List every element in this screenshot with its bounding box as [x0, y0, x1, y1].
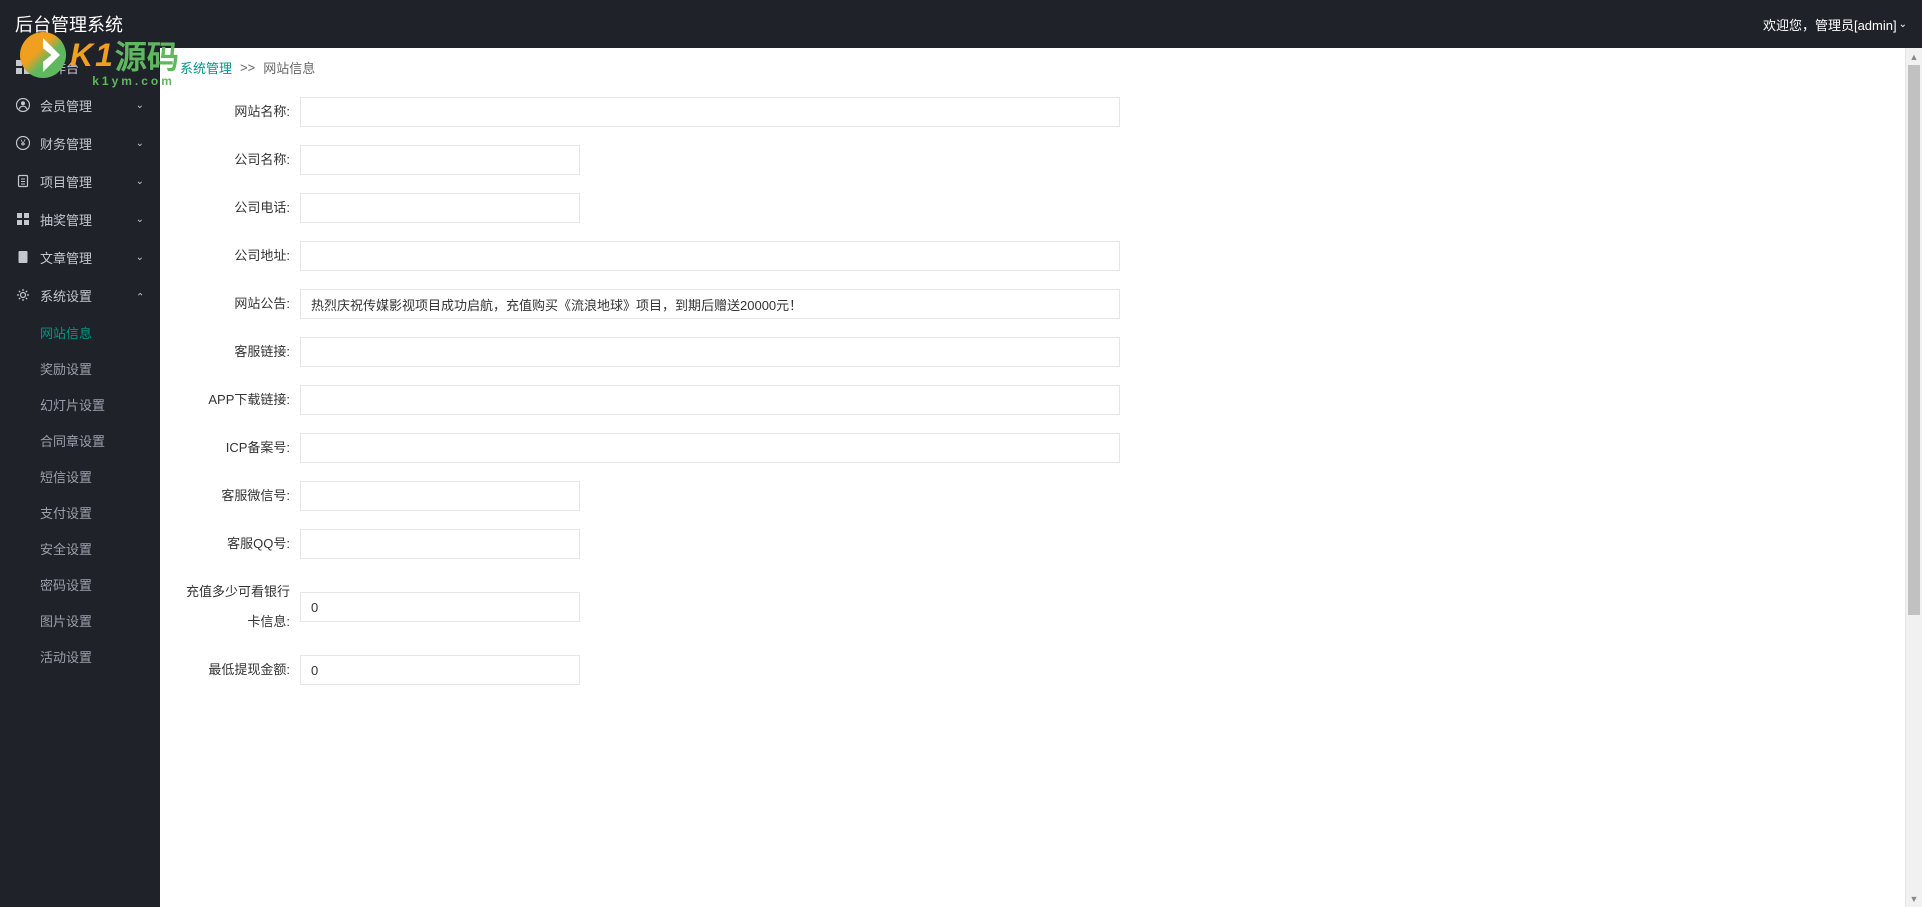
header: 后台管理系统 欢迎您，管理员[admin] ⌄: [0, 0, 1922, 48]
sidebar-item-5[interactable]: 文章管理 ⌄: [0, 238, 160, 276]
sidebar-subitem-9[interactable]: 活动设置: [0, 638, 160, 674]
sidebar-subitem-3[interactable]: 合同章设置: [0, 422, 160, 458]
sidebar-subitem-2[interactable]: 幻灯片设置: [0, 386, 160, 422]
form: 网站名称: 公司名称: 公司电话: 公司地址: 网站公告: 客服链接: APP下载链接: IC…: [160, 87, 1905, 713]
scrollbar-down-button[interactable]: ▼: [1906, 890, 1922, 907]
svg-text:¥: ¥: [19, 138, 26, 148]
form-input-9[interactable]: [300, 529, 580, 559]
breadcrumb-current: 网站信息: [263, 58, 315, 77]
chevron-down-icon: ⌄: [136, 290, 144, 301]
sidebar-subitem-7[interactable]: 密码设置: [0, 566, 160, 602]
chevron-down-icon: ⌄: [1899, 19, 1907, 30]
sidebar-item-label: 工作台: [40, 58, 79, 77]
app-title: 后台管理系统: [15, 11, 123, 37]
form-input-3[interactable]: [300, 241, 1120, 271]
form-input-2[interactable]: [300, 193, 580, 223]
chevron-down-icon: ⌄: [136, 214, 144, 225]
form-row-10: 充值多少可看银行卡信息:: [180, 577, 1885, 637]
sidebar-item-0[interactable]: 工作台: [0, 48, 160, 86]
clipboard-icon: [16, 174, 30, 188]
sidebar-item-label: 系统设置: [40, 286, 92, 305]
breadcrumb: 系统管理 >> 网站信息: [160, 48, 1905, 87]
sidebar-item-4[interactable]: 抽奖管理 ⌄: [0, 200, 160, 238]
grid-icon: [16, 60, 30, 74]
form-label: 最低提现金额:: [180, 655, 300, 685]
form-label: APP下载链接:: [180, 385, 300, 415]
sidebar-subitem-4[interactable]: 短信设置: [0, 458, 160, 494]
form-row-6: APP下载链接:: [180, 385, 1885, 415]
form-input-7[interactable]: [300, 433, 1120, 463]
chevron-down-icon: ⌄: [136, 252, 144, 263]
user-icon: [16, 98, 30, 112]
sidebar-item-6[interactable]: 系统设置 ⌄: [0, 276, 160, 314]
sidebar-item-3[interactable]: 项目管理 ⌄: [0, 162, 160, 200]
main-content: 系统管理 >> 网站信息 网站名称: 公司名称: 公司电话: 公司地址: 网站公告: 客服…: [160, 48, 1905, 907]
form-input-5[interactable]: [300, 337, 1120, 367]
sidebar-item-label: 文章管理: [40, 248, 92, 267]
form-row-4: 网站公告:: [180, 289, 1885, 319]
doc-icon: [16, 250, 30, 264]
form-row-7: ICP备案号:: [180, 433, 1885, 463]
form-row-3: 公司地址:: [180, 241, 1885, 271]
scrollbar[interactable]: ▲ ▼: [1905, 48, 1922, 907]
sidebar-item-label: 抽奖管理: [40, 210, 92, 229]
form-input-8[interactable]: [300, 481, 580, 511]
money-icon: ¥: [16, 136, 30, 150]
form-label: 网站公告:: [180, 289, 300, 319]
chevron-down-icon: ⌄: [136, 100, 144, 111]
form-input-11[interactable]: [300, 655, 580, 685]
form-row-1: 公司名称:: [180, 145, 1885, 175]
form-input-4[interactable]: [300, 289, 1120, 319]
form-label: 客服微信号:: [180, 481, 300, 511]
sidebar-item-2[interactable]: ¥ 财务管理 ⌄: [0, 124, 160, 162]
form-row-11: 最低提现金额:: [180, 655, 1885, 685]
scrollbar-thumb[interactable]: [1908, 65, 1920, 615]
form-input-1[interactable]: [300, 145, 580, 175]
form-row-0: 网站名称:: [180, 97, 1885, 127]
form-label: 客服链接:: [180, 337, 300, 367]
scrollbar-up-button[interactable]: ▲: [1906, 48, 1922, 65]
form-label: 公司地址:: [180, 241, 300, 271]
sidebar-subitem-8[interactable]: 图片设置: [0, 602, 160, 638]
form-input-0[interactable]: [300, 97, 1120, 127]
form-row-5: 客服链接:: [180, 337, 1885, 367]
sidebar-item-label: 财务管理: [40, 134, 92, 153]
sidebar-subitem-6[interactable]: 安全设置: [0, 530, 160, 566]
form-input-6[interactable]: [300, 385, 1120, 415]
form-label: ICP备案号:: [180, 433, 300, 463]
sidebar-subitem-0[interactable]: 网站信息: [0, 314, 160, 350]
breadcrumb-link[interactable]: 系统管理: [180, 58, 232, 77]
sidebar: 工作台会员管理 ⌄ ¥ 财务管理 ⌄ 项目管理 ⌄ 抽奖管理 ⌄ 文章管理 ⌄ 系统设置 ⌄ 网站信息奖…: [0, 48, 160, 907]
form-label: 公司电话:: [180, 193, 300, 223]
sidebar-item-label: 项目管理: [40, 172, 92, 191]
form-row-9: 客服QQ号:: [180, 529, 1885, 559]
form-label: 公司名称:: [180, 145, 300, 175]
chevron-down-icon: ⌄: [136, 176, 144, 187]
lottery-icon: [16, 212, 30, 226]
breadcrumb-separator: >>: [240, 60, 255, 75]
form-row-2: 公司电话:: [180, 193, 1885, 223]
form-row-8: 客服微信号:: [180, 481, 1885, 511]
user-dropdown[interactable]: 欢迎您，管理员[admin] ⌄: [1763, 15, 1907, 34]
form-label: 客服QQ号:: [180, 529, 300, 559]
form-label: 网站名称:: [180, 97, 300, 127]
sidebar-subitem-1[interactable]: 奖励设置: [0, 350, 160, 386]
welcome-text: 欢迎您，管理员[admin]: [1763, 15, 1897, 34]
sidebar-item-1[interactable]: 会员管理 ⌄: [0, 86, 160, 124]
sidebar-item-label: 会员管理: [40, 96, 92, 115]
gear-icon: [16, 288, 30, 302]
form-input-10[interactable]: [300, 592, 580, 622]
sidebar-subitem-5[interactable]: 支付设置: [0, 494, 160, 530]
chevron-down-icon: ⌄: [136, 138, 144, 149]
form-label: 充值多少可看银行卡信息:: [180, 577, 300, 637]
